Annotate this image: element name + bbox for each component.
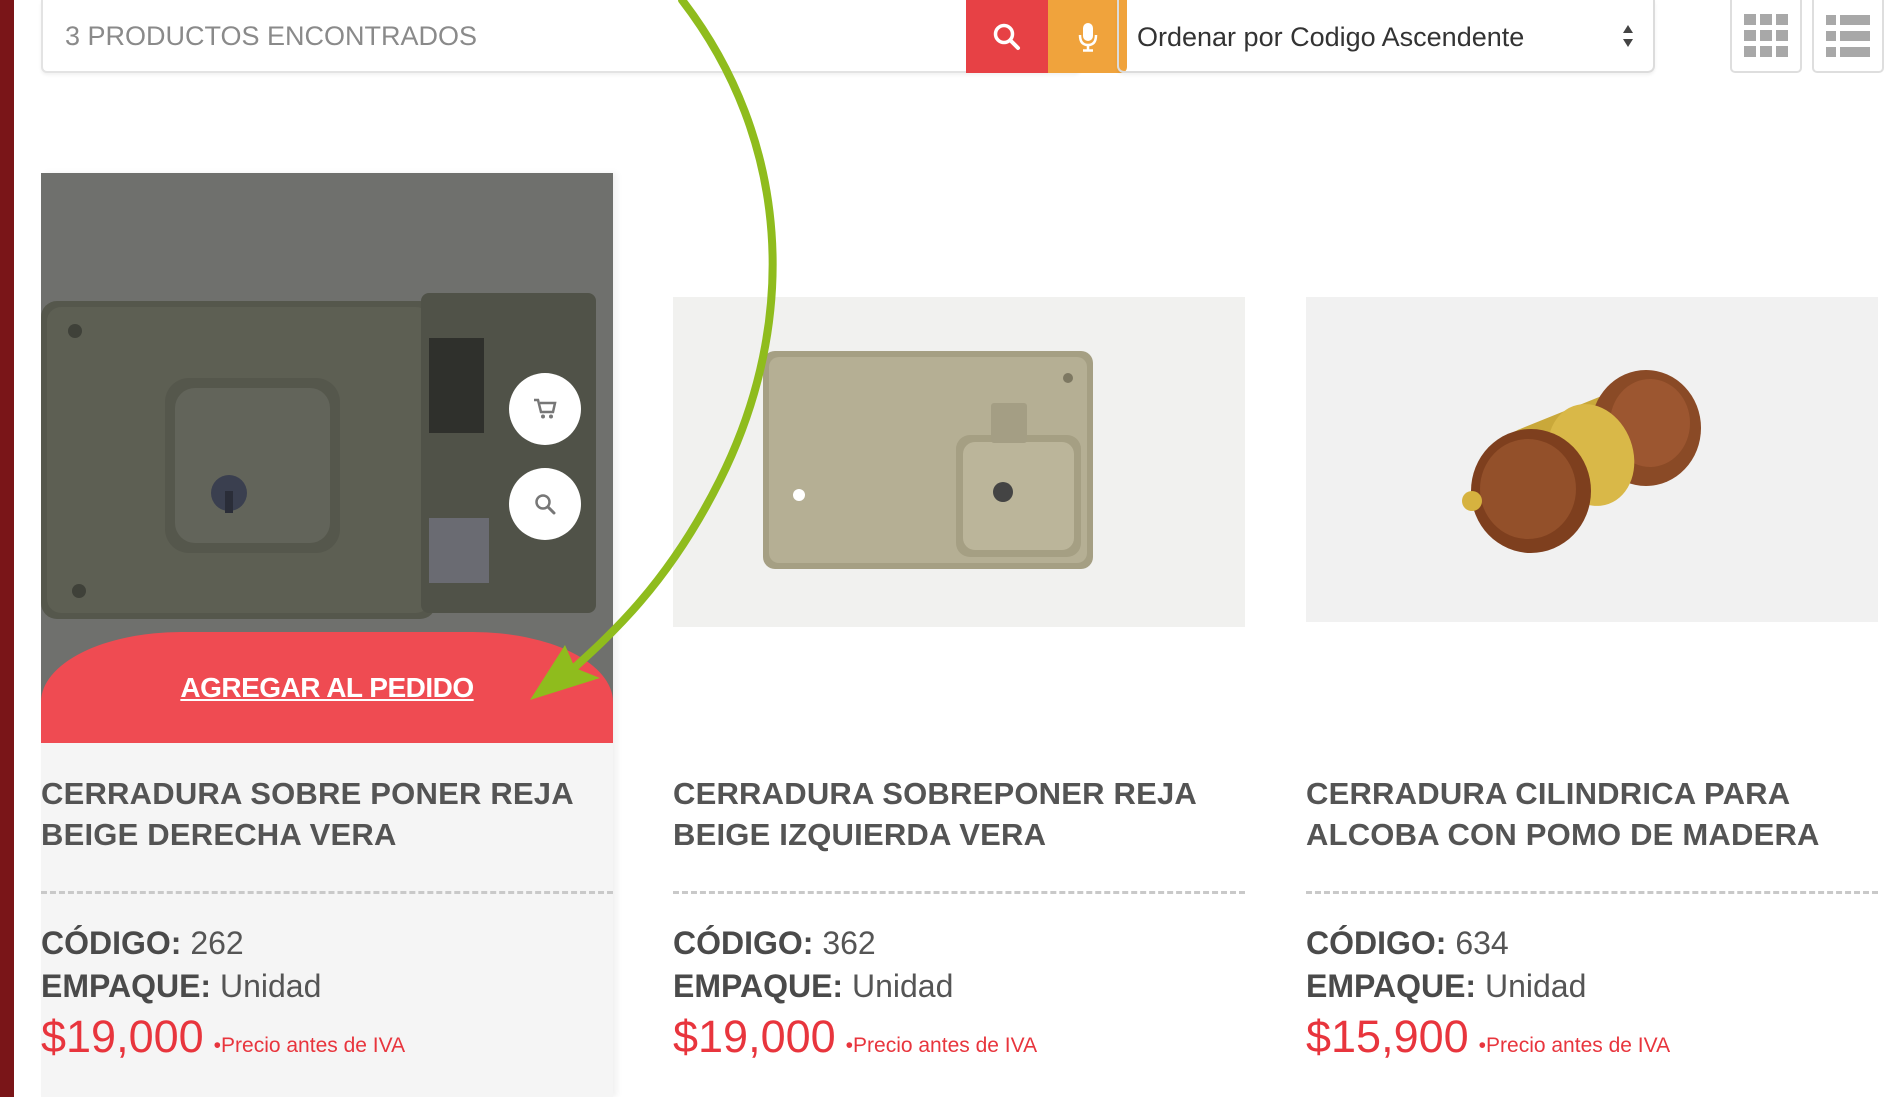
- product-title[interactable]: CERRADURA SOBRE PONER REJA BEIGE DERECHA…: [41, 773, 601, 855]
- sort-select[interactable]: Ordenar por Codigo Ascendente: [1117, 0, 1655, 73]
- microphone-icon: [1078, 22, 1097, 52]
- list-view-button[interactable]: [1812, 0, 1884, 73]
- package-label: EMPAQUE:: [1306, 968, 1477, 1004]
- package-value: Unidad: [219, 968, 322, 1004]
- list-view-icon: [1826, 14, 1870, 57]
- divider: [673, 891, 1245, 894]
- add-to-order-button[interactable]: AGREGAR AL PEDIDO: [41, 632, 613, 743]
- search-icon: [535, 494, 556, 515]
- product-title[interactable]: CERRADURA SOBREPONER REJA BEIGE IZQUIERD…: [673, 773, 1233, 855]
- sort-selected-value: Ordenar por Codigo Ascendente: [1137, 22, 1525, 52]
- code-label: CÓDIGO:: [1306, 925, 1447, 961]
- quick-view-button[interactable]: [509, 468, 581, 540]
- price-row: $15,900 •Precio antes de IVA: [1306, 1011, 1670, 1063]
- select-arrows-icon: [1623, 25, 1633, 47]
- left-sidebar-edge: [0, 0, 14, 1097]
- product-package: EMPAQUE: Unidad: [1306, 968, 1586, 1005]
- price-row: $19,000 •Precio antes de IVA: [673, 1011, 1037, 1063]
- search-input[interactable]: [65, 18, 925, 54]
- product-image[interactable]: [1306, 173, 1878, 743]
- price-row: $19,000 •Precio antes de IVA: [41, 1011, 405, 1063]
- product-title-line: CERRADURA SOBREPONER REJA: [673, 776, 1198, 811]
- search-button[interactable]: [966, 0, 1048, 73]
- add-to-order-label: AGREGAR AL PEDIDO: [180, 672, 474, 703]
- code-label: CÓDIGO:: [41, 925, 182, 961]
- voice-search-button[interactable]: [1048, 0, 1127, 73]
- price-note: •Precio antes de IVA: [1478, 1034, 1671, 1057]
- product-photo-lock-left: [673, 297, 1245, 627]
- product-title-line: BEIGE IZQUIERDA VERA: [673, 817, 1047, 852]
- package-value: Unidad: [1484, 968, 1587, 1004]
- divider: [41, 891, 613, 894]
- price-note: •Precio antes de IVA: [845, 1034, 1038, 1057]
- product-photo-knob-lock: [1306, 297, 1878, 622]
- grid-view-button[interactable]: [1730, 0, 1802, 73]
- cart-icon: [534, 398, 557, 419]
- product-title-line: ALCOBA CON POMO DE MADERA: [1306, 817, 1820, 852]
- search-bar: [41, 0, 1127, 73]
- package-label: EMPAQUE:: [673, 968, 844, 1004]
- product-title-line: BEIGE DERECHA VERA: [41, 817, 397, 852]
- code-value: 262: [190, 925, 244, 961]
- code-label: CÓDIGO:: [673, 925, 814, 961]
- product-price: $15,900: [1306, 1011, 1469, 1062]
- product-title-line: CERRADURA CILINDRICA PARA: [1306, 776, 1791, 811]
- price-note: •Precio antes de IVA: [213, 1034, 406, 1057]
- package-value: Unidad: [851, 968, 954, 1004]
- product-code: CÓDIGO: 262: [41, 925, 244, 962]
- product-price: $19,000: [673, 1011, 836, 1062]
- code-value: 362: [822, 925, 876, 961]
- product-title-line: CERRADURA SOBRE PONER REJA: [41, 776, 574, 811]
- add-to-cart-button[interactable]: [509, 373, 581, 445]
- code-value: 634: [1455, 925, 1509, 961]
- product-package: EMPAQUE: Unidad: [41, 968, 321, 1005]
- product-image[interactable]: [673, 173, 1245, 743]
- product-code: CÓDIGO: 362: [673, 925, 876, 962]
- product-package: EMPAQUE: Unidad: [673, 968, 953, 1005]
- divider: [1306, 891, 1878, 894]
- product-image[interactable]: AGREGAR AL PEDIDO: [41, 173, 613, 743]
- search-icon: [993, 23, 1020, 50]
- product-card[interactable]: AGREGAR AL PEDIDO CERRADURA SOBRE PONER …: [41, 173, 613, 1097]
- product-code: CÓDIGO: 634: [1306, 925, 1509, 962]
- product-title[interactable]: CERRADURA CILINDRICA PARA ALCOBA CON POM…: [1306, 773, 1866, 855]
- product-price: $19,000: [41, 1011, 204, 1062]
- package-label: EMPAQUE:: [41, 968, 212, 1004]
- grid-view-icon: [1744, 13, 1788, 57]
